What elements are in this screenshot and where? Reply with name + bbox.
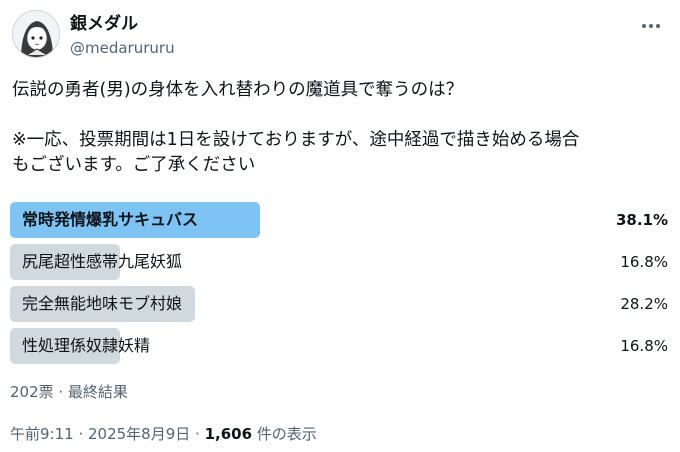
tweet-header: 銀メダル @medarururu	[12, 10, 668, 62]
views-label: 件の表示	[252, 425, 317, 443]
poll-option-label: 完全無能地味モブ村娘	[22, 294, 183, 313]
poll-option-percent: 38.1%	[615, 211, 668, 229]
avatar[interactable]	[12, 10, 60, 58]
poll-option-label: 尻尾超性感帯九尾妖狐	[22, 252, 183, 271]
tweet-text-line: ※一応、投票期間は1日を設けておりますが、途中経過で描き始める場合	[12, 130, 580, 150]
poll-summary: 202票 · 最終結果	[10, 383, 128, 401]
more-options-icon[interactable]	[640, 16, 662, 36]
user-handle[interactable]: @medarururu	[70, 38, 175, 58]
tweet-text: 伝説の勇者(男)の身体を入れ替わりの魔道具で奪うのは？ ※一応、投票期間は1日を…	[12, 78, 672, 178]
poll-option-label: 常時発情爆乳サキュバス	[22, 210, 199, 229]
tweet-text-line: もございます。ご了承ください	[12, 155, 256, 175]
anime-avatar-icon	[13, 11, 59, 57]
poll-option: 常時発情爆乳サキュバス 38.1%	[10, 202, 668, 238]
post-time[interactable]: 午前9:11 · 2025年8月9日 ·	[10, 425, 205, 443]
views-count: 1,606	[204, 425, 253, 443]
tweet-timestamp: 午前9:11 · 2025年8月9日 · 1,606 件の表示	[10, 424, 317, 444]
poll: 常時発情爆乳サキュバス 38.1% 尻尾超性感帯九尾妖狐 16.8% 完全無能地…	[10, 202, 668, 370]
poll-option-percent: 28.2%	[620, 295, 668, 313]
poll-option: 尻尾超性感帯九尾妖狐 16.8%	[10, 244, 668, 280]
poll-option: 完全無能地味モブ村娘 28.2%	[10, 286, 668, 322]
tweet-text-line: 伝説の勇者(男)の身体を入れ替わりの魔道具で奪うのは？	[12, 80, 464, 100]
display-name[interactable]: 銀メダル	[70, 14, 175, 34]
poll-option: 性処理係奴隷妖精 16.8%	[10, 328, 668, 364]
poll-option-percent: 16.8%	[620, 253, 668, 271]
author-block: 銀メダル @medarururu	[70, 14, 175, 58]
poll-option-percent: 16.8%	[620, 337, 668, 355]
poll-option-label: 性処理係奴隷妖精	[22, 336, 151, 355]
